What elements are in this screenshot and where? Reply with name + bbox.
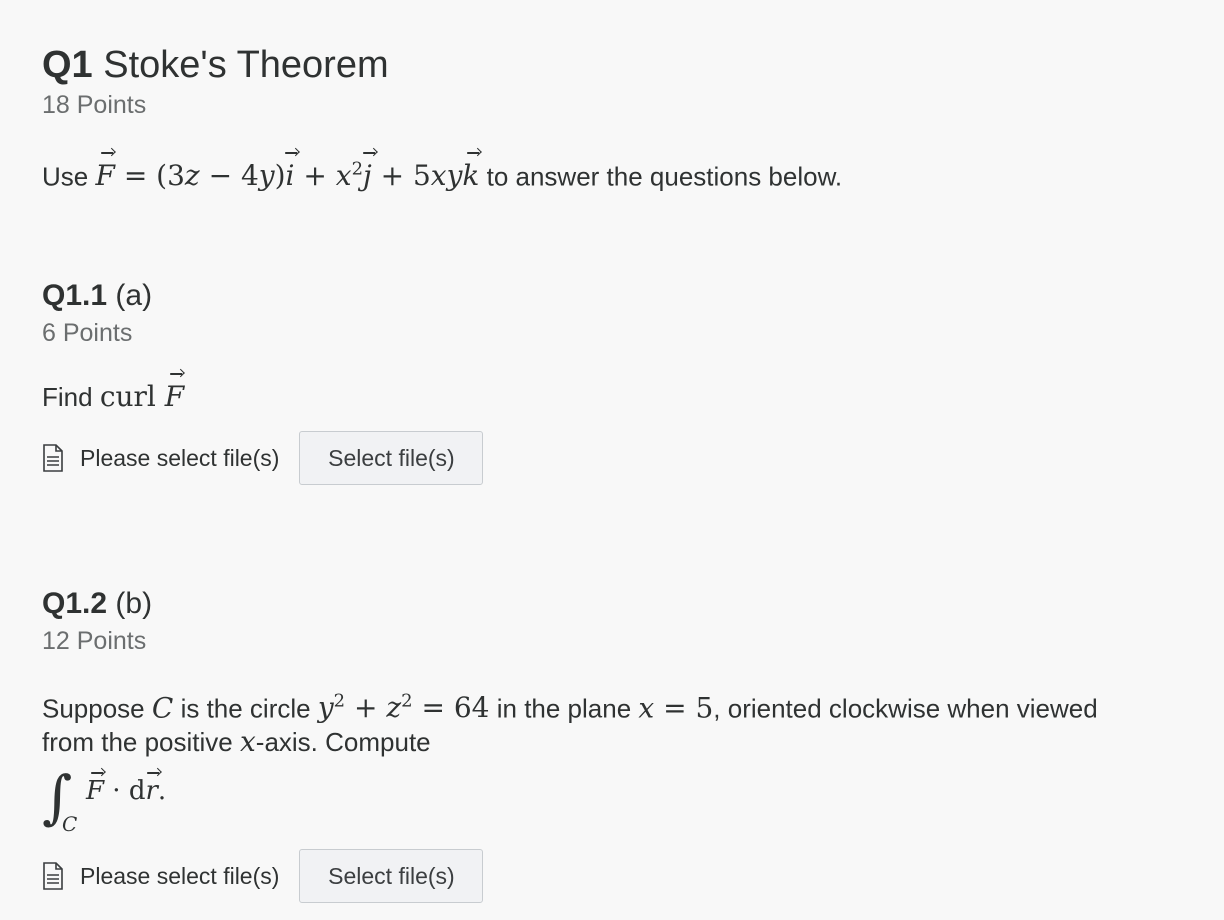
subquestion-number: Q1.1 <box>42 279 108 312</box>
intro-prefix: Use <box>42 161 89 192</box>
formula-part: y <box>258 159 275 193</box>
intro-suffix: to answer the questions below. <box>486 161 843 192</box>
math-op: = 64 <box>412 691 490 725</box>
formula-part: 2 <box>351 159 364 180</box>
upload-status-label: Please select file(s) <box>80 862 280 889</box>
formula-part: ) <box>274 159 286 193</box>
math-op: + <box>345 691 387 725</box>
math-op: . <box>157 776 167 806</box>
vec-i: i <box>286 156 295 196</box>
subquestion-heading: (b) <box>115 587 153 620</box>
upload-status-label: Please select file(s) <box>80 444 280 471</box>
prompt-text: from the positive <box>42 727 233 757</box>
formula-part: + <box>294 159 336 193</box>
math-op: · d <box>104 776 146 806</box>
curl-text: curl <box>99 380 156 413</box>
subquestion-number: Q1.2 <box>42 587 108 620</box>
subquestion-prompt-line-2: from the positive x-axis. Compute <box>42 722 431 762</box>
vec-r: r <box>145 776 158 806</box>
prompt-text: in the plane <box>496 693 632 724</box>
document-icon <box>43 444 63 472</box>
subquestion-prompt: Find curl F <box>42 377 184 417</box>
prompt-text: Suppose <box>42 693 145 724</box>
math-exp: 2 <box>333 691 346 712</box>
vec-k: k <box>462 156 479 196</box>
math-exp: 2 <box>401 691 413 712</box>
formula-part: − 4 <box>199 159 259 193</box>
line-integral: ∫ C F · dr. <box>42 762 242 842</box>
select-files-button[interactable]: Select file(s) <box>299 431 484 485</box>
vec-F: F <box>95 156 114 196</box>
subquestion-points: 12 Points <box>42 627 147 655</box>
question-points: 18 Points <box>42 91 147 119</box>
formula-part: xy <box>430 159 463 193</box>
vec-F: F <box>165 377 184 417</box>
math-var: z <box>386 691 402 725</box>
file-upload-row: Please select file(s) Select file(s) <box>42 431 484 485</box>
vector-field-formula: F = (3z − 4y)i + x2j + 5xyk <box>95 159 479 192</box>
math-var: y <box>317 691 334 725</box>
subquestion-heading: (a) <box>115 279 153 312</box>
formula-part: + 5 <box>371 159 431 193</box>
circle-equation: y2 + z2 = 64 <box>318 691 490 724</box>
question-number: Q1 <box>42 44 93 86</box>
math-var: x <box>638 691 655 725</box>
prompt-text: is the circle <box>180 693 311 724</box>
file-upload-row: Please select file(s) Select file(s) <box>42 849 484 903</box>
prompt-text: , oriented clockwise when viewed <box>713 693 1098 724</box>
plane-equation: x = 5 <box>638 691 713 724</box>
prompt-text: -axis. Compute <box>255 727 431 757</box>
select-files-button[interactable]: Select file(s) <box>299 849 484 903</box>
subquestion-title: Q1.2 (b) <box>42 586 152 622</box>
prompt-prefix: Find <box>42 382 93 412</box>
integrand: F · dr. <box>86 776 166 806</box>
math-C: C <box>151 691 174 725</box>
vec-F: F <box>86 776 105 806</box>
formula-part: = (3 <box>114 159 185 193</box>
formula-part: z <box>184 159 200 193</box>
formula-part: x <box>335 159 352 193</box>
math-var: x <box>239 725 256 758</box>
curl-formula: curl F <box>100 380 184 413</box>
vec-j: j <box>363 156 372 196</box>
integral-subscript: C <box>62 812 78 836</box>
subquestion-points: 6 Points <box>42 319 133 347</box>
assignment-page: Q1 Stoke's Theorem 18 Points Use F = (3z… <box>0 0 1224 920</box>
document-icon <box>43 862 63 890</box>
question-heading: Stoke's Theorem <box>103 44 389 86</box>
subquestion-title: Q1.1 (a) <box>42 278 152 314</box>
math-op: = 5 <box>654 691 714 725</box>
question-title: Q1 Stoke's Theorem <box>42 42 389 88</box>
question-intro: Use F = (3z − 4y)i + x2j + 5xyk to answe… <box>42 150 842 196</box>
